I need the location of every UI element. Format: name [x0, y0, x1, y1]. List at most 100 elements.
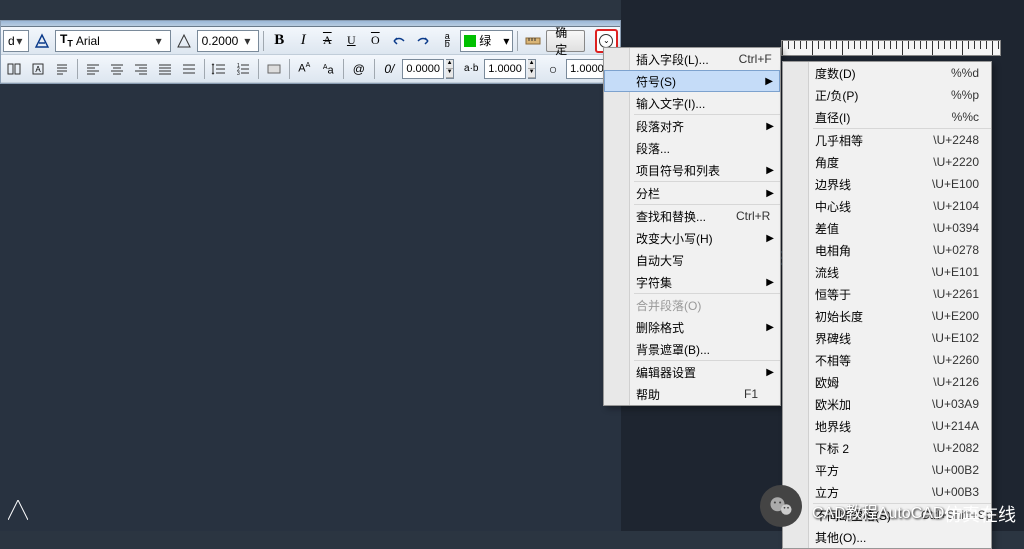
- footer-site-label: 仿真在线: [944, 501, 1016, 527]
- menu-item[interactable]: 电相角\U+0278: [783, 239, 991, 261]
- ok-button[interactable]: 确定: [546, 30, 585, 52]
- menu-shortcut: F1: [714, 387, 758, 401]
- color-dropdown[interactable]: 绿 ▾: [460, 30, 513, 52]
- menu-item[interactable]: 字符集▶: [604, 271, 780, 293]
- tracking-input[interactable]: 1.0000: [484, 59, 526, 79]
- menu-item[interactable]: 帮助F1: [604, 383, 780, 405]
- menu-item[interactable]: 其他(O)...: [783, 526, 991, 548]
- menu-item[interactable]: 背景遮罩(B)...: [604, 338, 780, 360]
- mtext-justify-button[interactable]: A: [27, 58, 49, 80]
- oblique-value: 0.0000: [406, 63, 440, 75]
- toolbar-text-formatting: d ▾ TT Arial ▾ 0.2000 ▾ B I A U O a: [1, 27, 620, 55]
- drawing-canvas[interactable]: [0, 84, 621, 531]
- menu-item-label: 查找和替换...: [636, 208, 706, 225]
- menu-item[interactable]: 符号(S)▶: [604, 70, 780, 92]
- spinner[interactable]: ▲▼: [528, 59, 536, 79]
- menu-item[interactable]: 初始长度\U+E200: [783, 305, 991, 327]
- menu-item-label: 中心线: [815, 198, 851, 215]
- menu-item[interactable]: 度数(D)%%d: [783, 62, 991, 84]
- menu-item[interactable]: 编辑器设置▶: [604, 361, 780, 383]
- menu-item[interactable]: 边界线\U+E100: [783, 173, 991, 195]
- undo-button[interactable]: [388, 30, 410, 52]
- menu-item[interactable]: 流线\U+E101: [783, 261, 991, 283]
- menu-item-label: 其他(O)...: [815, 529, 866, 546]
- stack-button[interactable]: ab: [436, 30, 458, 52]
- columns-button[interactable]: [3, 58, 25, 80]
- separator: [343, 59, 344, 79]
- menu-item[interactable]: 不相等\U+2260: [783, 349, 991, 371]
- annotative-icon[interactable]: [31, 30, 53, 52]
- menu-item[interactable]: 插入字段(L)...Ctrl+F: [604, 48, 780, 70]
- submenu-arrow-icon: ▶: [766, 233, 774, 244]
- menu-item[interactable]: 欧姆\U+2126: [783, 371, 991, 393]
- menu-code: %%d: [921, 66, 979, 80]
- footer-site: 仿真在线: [944, 501, 1016, 527]
- spinner[interactable]: ▲▼: [446, 59, 454, 79]
- separator: [517, 31, 518, 51]
- menu-item-label: 段落...: [636, 140, 670, 157]
- menu-item[interactable]: 平方\U+00B2: [783, 459, 991, 481]
- style-dropdown[interactable]: d ▾: [3, 30, 29, 52]
- underline-button[interactable]: U: [340, 30, 362, 52]
- align-distribute-button[interactable]: [178, 58, 200, 80]
- menu-item[interactable]: 自动大写: [604, 249, 780, 271]
- menu-item-label: 平方: [815, 462, 839, 479]
- menu-item[interactable]: 段落对齐▶: [604, 115, 780, 137]
- align-justify-button[interactable]: [154, 58, 176, 80]
- menu-item-label: 差值: [815, 220, 839, 237]
- submenu-arrow-icon: ▶: [766, 367, 774, 378]
- menu-item[interactable]: 输入文字(I)...: [604, 92, 780, 114]
- italic-button[interactable]: I: [292, 30, 314, 52]
- menu-item-label: 立方: [815, 484, 839, 501]
- overline-button[interactable]: O: [364, 30, 386, 52]
- oblique-angle-input[interactable]: 0.0000: [402, 59, 444, 79]
- ok-button-label: 确定: [555, 24, 576, 58]
- annotative-toggle[interactable]: [173, 30, 195, 52]
- align-right-button[interactable]: [130, 58, 152, 80]
- line-spacing-button[interactable]: [208, 58, 230, 80]
- font-icon: TT: [60, 32, 73, 48]
- menu-item-label: 背景遮罩(B)...: [636, 341, 710, 358]
- menu-code: %%p: [921, 88, 979, 102]
- ruler-button[interactable]: [522, 30, 544, 52]
- redo-button[interactable]: [412, 30, 434, 52]
- oblique-angle-button[interactable]: 0/: [378, 58, 400, 80]
- paragraph-button[interactable]: [51, 58, 73, 80]
- menu-item[interactable]: 正/负(P)%%p: [783, 84, 991, 106]
- insert-field-button[interactable]: [263, 58, 285, 80]
- menu-item[interactable]: 分栏▶: [604, 182, 780, 204]
- menu-item[interactable]: 差值\U+0394: [783, 217, 991, 239]
- align-center-button[interactable]: [106, 58, 128, 80]
- menu-item[interactable]: 查找和替换...Ctrl+R: [604, 205, 780, 227]
- menu-item[interactable]: 直径(I)%%c: [783, 106, 991, 128]
- tracking-button[interactable]: a·b: [460, 58, 482, 80]
- symbol-button[interactable]: @: [348, 58, 370, 80]
- menu-item-label: 地界线: [815, 418, 851, 435]
- menu-item[interactable]: 项目符号和列表▶: [604, 159, 780, 181]
- uppercase-button[interactable]: AA: [293, 58, 315, 80]
- bold-button[interactable]: B: [268, 30, 290, 52]
- text-height-input[interactable]: 0.2000 ▾: [197, 30, 260, 52]
- numbering-button[interactable]: 123: [232, 58, 254, 80]
- menu-item[interactable]: 欧米加\U+03A9: [783, 393, 991, 415]
- lowercase-button[interactable]: Aa: [317, 58, 339, 80]
- menu-item[interactable]: 几乎相等\U+2248: [783, 129, 991, 151]
- strikethrough-button[interactable]: A: [316, 30, 338, 52]
- menu-item[interactable]: 界碑线\U+E102: [783, 327, 991, 349]
- align-left-button[interactable]: [82, 58, 104, 80]
- menu-item[interactable]: 恒等于\U+2261: [783, 283, 991, 305]
- menu-item[interactable]: 地界线\U+214A: [783, 415, 991, 437]
- menu-item[interactable]: 中心线\U+2104: [783, 195, 991, 217]
- menu-item[interactable]: 段落...: [604, 137, 780, 159]
- menu-item[interactable]: 角度\U+2220: [783, 151, 991, 173]
- menu-item[interactable]: 删除格式▶: [604, 316, 780, 338]
- svg-text:A: A: [35, 65, 41, 74]
- width-factor-button[interactable]: ○: [542, 58, 564, 80]
- width-factor-input[interactable]: 1.0000: [566, 59, 608, 79]
- menu-item-label: 改变大小写(H): [636, 230, 713, 247]
- menu-item[interactable]: 改变大小写(H) ▶: [604, 227, 780, 249]
- separator: [258, 59, 259, 79]
- menu-item: 合并段落(O): [604, 294, 780, 316]
- menu-item[interactable]: 下标 2\U+2082: [783, 437, 991, 459]
- font-dropdown[interactable]: TT Arial ▾: [55, 30, 171, 52]
